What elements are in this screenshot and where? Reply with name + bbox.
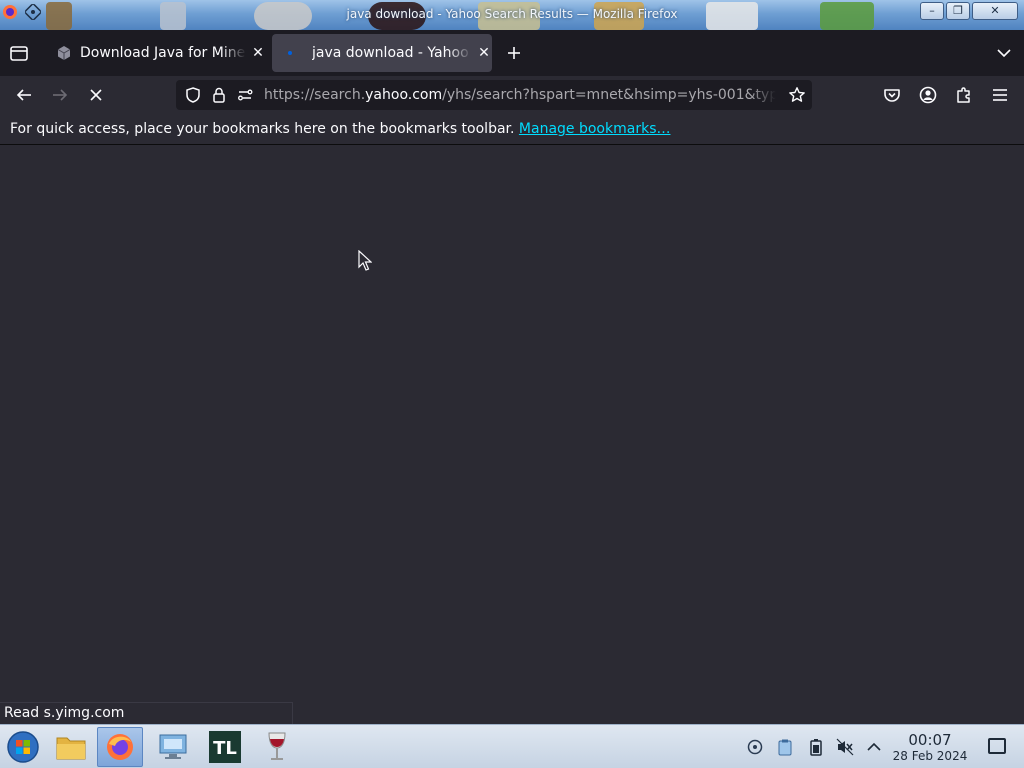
cube-icon: [57, 46, 71, 60]
clock-date: 28 Feb 2024: [892, 749, 968, 763]
bookmark-star-icon[interactable]: [788, 86, 806, 104]
url-text[interactable]: https://search.yahoo.com/yhs/search?hspa…: [264, 87, 776, 103]
tab-close-icon[interactable]: ✕: [250, 45, 266, 61]
url-host: yahoo.com: [365, 87, 443, 103]
taskbar-file-manager[interactable]: [48, 727, 94, 767]
url-prefix: https://search.: [264, 87, 366, 103]
folder-icon: [56, 737, 86, 760]
mouse-cursor-icon: [358, 250, 372, 271]
pocket-icon[interactable]: [882, 85, 902, 105]
tab-yahoo-search[interactable]: java download - Yahoo Search Results ✕: [272, 34, 492, 72]
navigation-toolbar: https://search.yahoo.com/yhs/search?hspa…: [0, 76, 1024, 114]
url-path: /yhs/search?hspart=mnet&hsimp=yhs-001&ty…: [442, 87, 776, 103]
tl-icon: TL: [209, 731, 241, 763]
taskbar-tlauncher[interactable]: TL: [202, 727, 248, 767]
close-button[interactable]: ✕: [972, 2, 1018, 20]
minimize-button[interactable]: –: [920, 2, 944, 20]
tab-close-icon[interactable]: ✕: [476, 45, 492, 61]
network-icon[interactable]: [746, 738, 764, 756]
permissions-icon[interactable]: [236, 86, 254, 104]
tab-strip: Download Java for Minecraft ✕ java downl…: [0, 30, 1024, 76]
maximize-button[interactable]: ❐: [946, 2, 970, 20]
bookmarks-empty-message: For quick access, place your bookmarks h…: [10, 121, 515, 137]
clipboard-icon[interactable]: [776, 738, 794, 756]
status-panel: Read s.yimg.com: [0, 702, 293, 724]
show-desktop-button[interactable]: [988, 738, 1006, 754]
tab-download-java[interactable]: Download Java for Minecraft ✕: [46, 34, 268, 72]
address-bar[interactable]: https://search.yahoo.com/yhs/search?hspa…: [176, 80, 812, 110]
window-title: java download - Yahoo Search Results — M…: [346, 7, 678, 21]
chevron-up-icon[interactable]: [865, 738, 883, 756]
window-titlebar[interactable]: java download - Yahoo Search Results — M…: [0, 0, 1024, 30]
extensions-puzzle-icon[interactable]: [954, 85, 974, 105]
account-icon[interactable]: [918, 85, 938, 105]
manage-bookmarks-link[interactable]: Manage bookmarks…: [519, 121, 671, 137]
svg-text:TL: TL: [213, 738, 237, 759]
forward-icon[interactable]: [50, 85, 70, 105]
taskbar-system-settings[interactable]: [150, 727, 196, 767]
taskbar-firefox[interactable]: [97, 727, 143, 767]
taskbar-wine[interactable]: [254, 727, 300, 767]
loading-dot-icon: [288, 51, 292, 55]
windows-logo-icon: [7, 731, 39, 763]
tracking-protection-shield-icon[interactable]: [184, 86, 202, 104]
battery-icon[interactable]: [807, 738, 825, 756]
start-button[interactable]: [0, 727, 46, 767]
taskbar: TL 00:07 28 Feb 2024: [0, 724, 1024, 768]
back-icon[interactable]: [14, 85, 34, 105]
tab-label: Download Java for Minecraft: [80, 45, 246, 61]
list-all-tabs-icon[interactable]: [994, 43, 1014, 63]
clock-time: 00:07: [908, 731, 952, 749]
lock-icon[interactable]: [210, 86, 228, 104]
wine-glass-icon: [268, 732, 286, 760]
stop-loading-icon[interactable]: [86, 85, 106, 105]
tab-label: java download - Yahoo Search Results: [312, 45, 472, 61]
page-content[interactable]: Read s.yimg.com: [0, 146, 1024, 724]
system-clock[interactable]: 00:07 28 Feb 2024: [886, 731, 974, 764]
hamburger-menu-icon[interactable]: [990, 85, 1010, 105]
firefox-view-icon[interactable]: [8, 42, 30, 64]
monitor-icon: [159, 734, 187, 759]
volume-muted-icon[interactable]: [836, 738, 854, 756]
bookmarks-toolbar: For quick access, place your bookmarks h…: [0, 114, 1024, 145]
new-tab-icon[interactable]: [504, 43, 524, 63]
firefox-icon: [107, 734, 133, 760]
